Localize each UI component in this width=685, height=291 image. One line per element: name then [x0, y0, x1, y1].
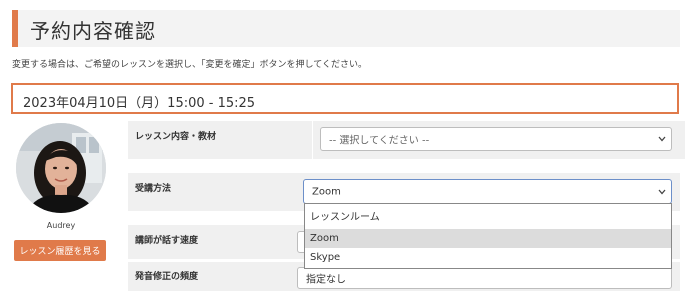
lesson-content-label: レッスン内容・教材	[135, 132, 217, 142]
method-label-cell: 受講方法	[128, 173, 312, 211]
booking-datetime-box: 2023年04月10日（月）15:00 - 15:25	[11, 83, 679, 114]
lesson-history-button[interactable]: レッスン履歴を見る	[14, 240, 106, 261]
chevron-down-icon	[658, 136, 666, 142]
method-option-zoom[interactable]: Zoom	[305, 229, 671, 248]
speed-label: 講師が話す速度	[135, 236, 199, 246]
correction-label-cell: 発音修正の頻度	[128, 262, 312, 291]
booking-datetime: 2023年04月10日（月）15:00 - 15:25	[23, 96, 256, 111]
method-dropdown-list: レッスンルーム Zoom Skype	[304, 203, 672, 269]
page-title: 予約内容確認	[30, 19, 156, 43]
correction-value: 指定なし	[306, 274, 346, 286]
method-label: 受講方法	[135, 184, 172, 194]
page-header: 予約内容確認	[12, 10, 680, 47]
teacher-name: Audrey	[46, 221, 76, 230]
method-option-lesson-room[interactable]: レッスンルーム	[305, 208, 671, 227]
lesson-content-select[interactable]: -- 選択してください --	[320, 127, 672, 151]
method-select[interactable]: Zoom	[303, 179, 672, 204]
method-option-skype[interactable]: Skype	[305, 248, 671, 267]
teacher-photo	[16, 123, 106, 213]
method-value: Zoom	[312, 186, 341, 197]
correction-label: 発音修正の頻度	[135, 272, 199, 282]
lesson-content-label-cell: レッスン内容・教材	[128, 121, 312, 159]
instruction-text: 変更する場合は、ご希望のレッスンを選択し、「変更を確定」ボタンを押してください。	[12, 60, 367, 70]
correction-select[interactable]: 指定なし	[297, 267, 672, 289]
teacher-avatar	[16, 123, 106, 213]
chevron-down-icon	[658, 189, 666, 194]
lesson-content-value: -- 選択してください --	[329, 135, 430, 147]
speed-label-cell: 講師が話す速度	[128, 225, 312, 259]
